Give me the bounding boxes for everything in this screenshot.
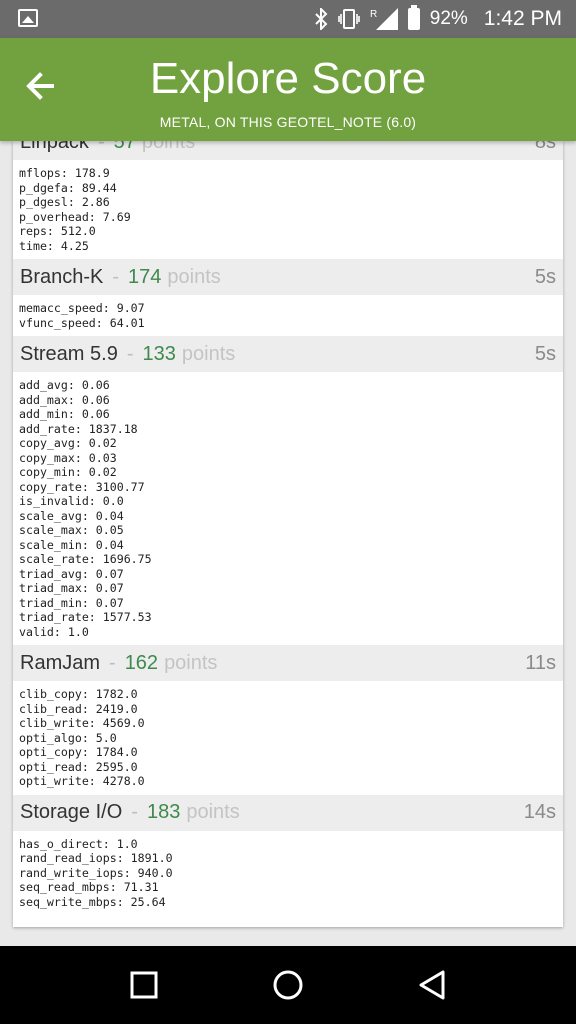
navigation-bar	[0, 946, 576, 1024]
roaming-label: R	[370, 9, 377, 20]
metric-line: clib_read: 2419.0	[19, 701, 138, 716]
separator-dash: -	[97, 141, 105, 153]
page-title: Explore Score	[149, 54, 427, 103]
points-label: points	[141, 141, 196, 153]
metric-line: seq_write_mbps: 25.64	[19, 894, 166, 909]
section-duration: 8s	[534, 141, 556, 153]
section-header: Linpack -57 points 8s	[13, 141, 563, 160]
separator-dash: -	[112, 265, 120, 288]
bluetooth-icon	[315, 8, 328, 30]
separator-dash: -	[126, 342, 134, 365]
points-label: points	[186, 801, 240, 823]
metric-line: add_rate: 1837.18	[19, 421, 138, 436]
battery-percent: 92%	[429, 8, 468, 29]
metric-line: p_overhead: 7.69	[19, 209, 131, 224]
section-details: memacc_speed: 9.07 vfunc_speed: 64.01	[13, 295, 563, 336]
score-list[interactable]: Linpack -57 points 8s mflops: 178.9 p_dgefa: …	[13, 141, 563, 927]
recents-icon[interactable]	[127, 968, 161, 1002]
section-header: Branch-K -174 points 5s	[13, 259, 563, 295]
metric-line: time: 4.25	[19, 238, 89, 253]
points-label: points	[167, 265, 221, 288]
metric-line: has_o_direct: 1.0	[19, 836, 138, 851]
home-icon[interactable]	[271, 968, 305, 1002]
metric-line: rand_write_iops: 940.0	[19, 865, 173, 880]
metric-line: copy_avg: 0.02	[19, 436, 117, 450]
section-duration: 14s	[523, 801, 556, 823]
section-details: has_o_direct: 1.0 rand_read_iops: 1891.0 r…	[13, 831, 563, 916]
metric-line: scale_min: 0.04	[19, 537, 124, 552]
metric-line: mflops: 178.9	[19, 166, 110, 180]
metric-line: scale_avg: 0.04	[19, 508, 124, 523]
section-score: 162	[124, 651, 159, 674]
metric-line: p_dgesl: 2.86	[19, 195, 110, 209]
metric-line: memacc_speed: 9.07	[19, 301, 145, 315]
section-score: 57	[113, 141, 136, 153]
section-score: 183	[146, 801, 181, 823]
app-header: Explore Score METAL, ON THIS GEOTEL_NOTE…	[0, 38, 576, 141]
metric-line: scale_max: 0.05	[19, 523, 124, 537]
section-name: Storage I/O	[20, 801, 123, 823]
section-score: 174	[128, 265, 162, 288]
section-details: add_avg: 0.06 add_max: 0.06 add_min: 0.06 a…	[13, 372, 563, 645]
metric-line: valid: 1.0	[19, 624, 89, 639]
metric-line: vfunc_speed: 64.01	[19, 315, 145, 330]
separator-dash: -	[109, 651, 116, 674]
section-header: RamJam -162 points 11s	[13, 645, 563, 681]
vibrate-icon	[337, 9, 360, 29]
metric-line: add_min: 0.06	[19, 407, 110, 421]
status-icons: R 92% 1:42 PM	[314, 0, 562, 38]
section-name: Stream 5.9	[20, 342, 118, 365]
metric-line: p_dgefa: 89.44	[19, 180, 117, 195]
section-header: Stream 5.9-133 points 5s	[13, 336, 563, 372]
section-duration: 5s	[534, 342, 556, 365]
page-subtitle: METAL, ON THIS GEOTEL_NOTE (6.0)	[159, 114, 417, 130]
metric-line: is_invalid: 0.0	[19, 494, 124, 508]
section-details: clib_copy: 1782.0 clib_read: 2419.0 clib_w…	[13, 681, 563, 795]
section-header: Storage I/O -183 points 14s	[13, 794, 563, 831]
points-label: points	[164, 651, 218, 674]
separator-dash: -	[131, 801, 138, 823]
image-icon	[18, 9, 38, 27]
back-triangle-icon[interactable]	[415, 968, 449, 1002]
section-duration: 11s	[525, 651, 556, 674]
metric-line: triad_min: 0.07	[19, 595, 124, 610]
section-duration: 5s	[534, 265, 556, 288]
metric-line: opti_write: 4278.0	[19, 774, 145, 788]
metric-line: clib_copy: 1782.0	[19, 687, 138, 701]
sections-container: Linpack -57 points 8s mflops: 178.9 p_dgefa: …	[13, 141, 563, 915]
metric-line: opti_copy: 1784.0	[19, 745, 138, 759]
section-name: RamJam	[20, 651, 101, 674]
section-details: mflops: 178.9 p_dgefa: 89.44 p_dgesl: 2.86…	[13, 160, 563, 259]
metric-line: add_avg: 0.06	[19, 378, 110, 392]
status-bar: R 92% 1:42 PM	[0, 0, 576, 38]
metric-line: copy_min: 0.02	[19, 465, 117, 479]
section-score: 133	[142, 342, 176, 365]
metric-line: copy_max: 0.03	[19, 450, 117, 465]
metric-line: reps: 512.0	[19, 224, 96, 238]
metric-line: opti_algo: 5.0	[19, 730, 117, 745]
battery-icon	[407, 5, 420, 30]
metric-line: scale_rate: 1696.75	[19, 552, 152, 566]
metric-line: seq_read_mbps: 71.31	[19, 880, 159, 894]
metric-line: copy_rate: 3100.77	[19, 479, 145, 494]
section-name: Branch-K	[20, 265, 104, 288]
section-name: Linpack	[20, 141, 89, 153]
metric-line: clib_write: 4569.0	[19, 716, 145, 730]
metric-line: triad_rate: 1577.53	[19, 610, 152, 624]
metric-line: rand_read_iops: 1891.0	[19, 851, 173, 865]
metric-line: triad_max: 0.07	[19, 581, 124, 595]
points-label: points	[181, 342, 236, 365]
metric-line: opti_read: 2595.0	[19, 759, 138, 774]
metric-line: add_max: 0.06	[19, 392, 110, 407]
metric-line: triad_avg: 0.07	[19, 566, 124, 581]
clock: 1:42 PM	[483, 7, 562, 30]
signal-icon: R	[370, 8, 398, 30]
